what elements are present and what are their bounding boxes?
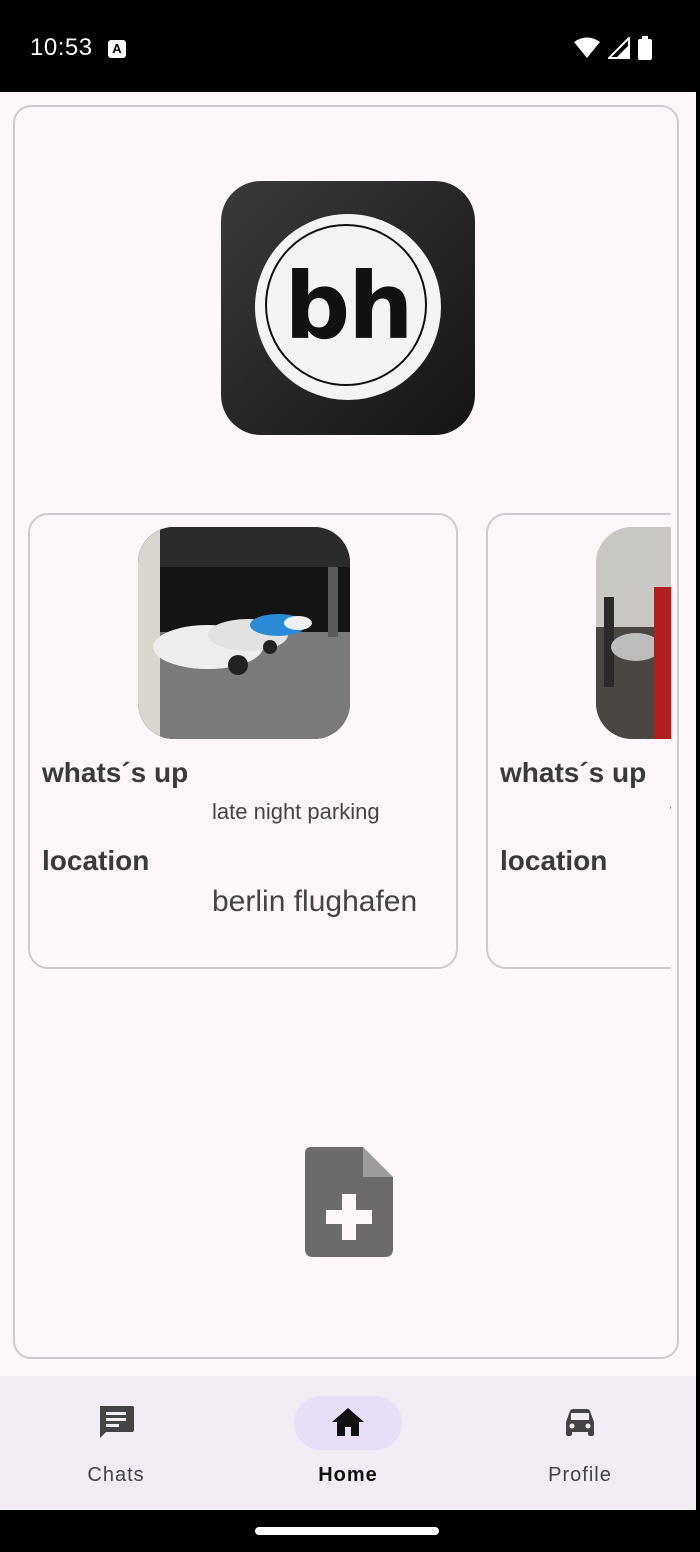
whats-up-label: whats´s up xyxy=(500,757,647,788)
event-card[interactable]: whats´s up v location l xyxy=(486,513,671,969)
nav-item-profile[interactable]: Profile xyxy=(464,1376,696,1510)
home-gesture-handle[interactable] xyxy=(255,1527,439,1535)
chat-icon xyxy=(100,1406,134,1438)
nav-item-home[interactable]: Home xyxy=(232,1376,464,1510)
location-label: location xyxy=(500,845,608,876)
location-value: berlin flughafen xyxy=(212,885,418,918)
logo-text: bh xyxy=(284,253,413,360)
home-icon xyxy=(332,1408,364,1436)
nav-label-home: Home xyxy=(318,1464,378,1486)
battery-icon xyxy=(638,36,652,60)
car-icon xyxy=(566,1409,594,1436)
add-document-icon[interactable] xyxy=(305,1147,393,1257)
signal-icon xyxy=(608,37,630,59)
event-photo xyxy=(138,527,350,739)
nav-item-chats[interactable]: Chats xyxy=(0,1376,232,1510)
whats-up-value: v xyxy=(670,799,671,825)
nav-label-chats: Chats xyxy=(87,1464,145,1486)
nav-label-profile: Profile xyxy=(548,1464,612,1486)
notification-icon: A xyxy=(108,40,126,58)
location-value: l xyxy=(670,885,671,919)
whats-up-value: late night parking xyxy=(212,799,380,824)
event-photo xyxy=(596,527,671,739)
wifi-icon xyxy=(574,37,600,58)
main-card: bh whats´s up late night parking locatio… xyxy=(13,105,679,1359)
bottom-navigation: Chats Home Profile xyxy=(0,1376,696,1510)
home-screen: bh whats´s up late night parking locatio… xyxy=(0,92,696,1510)
status-icons xyxy=(574,36,652,60)
location-label: location xyxy=(42,845,150,876)
app-logo: bh xyxy=(221,181,475,435)
status-bar: 10:53 A xyxy=(0,0,700,92)
gesture-area xyxy=(0,1510,700,1552)
events-carousel[interactable]: whats´s up late night parking location b… xyxy=(15,513,671,973)
event-card[interactable]: whats´s up late night parking location b… xyxy=(28,513,458,969)
status-time: 10:53 xyxy=(30,34,93,61)
whats-up-label: whats´s up xyxy=(42,757,189,788)
